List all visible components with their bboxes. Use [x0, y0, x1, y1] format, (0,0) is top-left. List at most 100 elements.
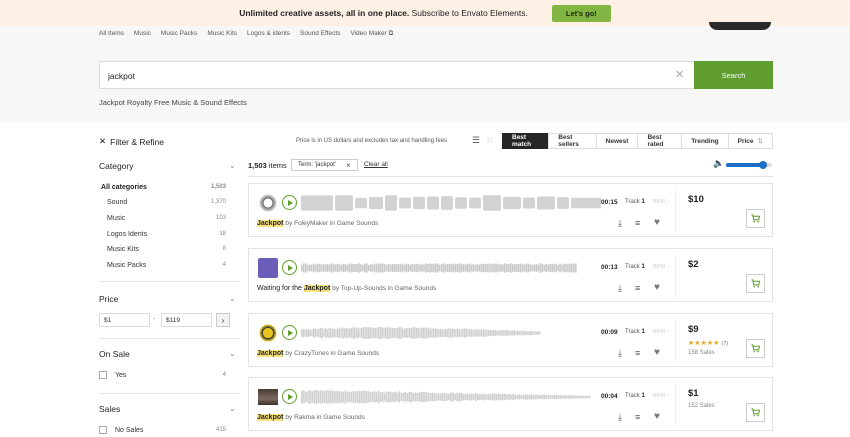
waveform-bar [576, 395, 579, 399]
waveform-bar [385, 264, 388, 272]
item-thumbnail[interactable] [258, 323, 278, 343]
close-icon[interactable]: × [346, 161, 351, 170]
chevron-down-icon[interactable]: ⌄ [229, 404, 236, 413]
item-author[interactable]: by Rakma in Game Sounds [285, 414, 364, 421]
heart-icon[interactable]: ♥ [654, 411, 660, 422]
chevron-down-icon[interactable]: ⌄ [229, 294, 236, 303]
filter-refine-toggle[interactable]: ✕ Filter & Refine [99, 136, 164, 147]
item-thumbnail[interactable] [258, 193, 278, 213]
price-apply-button[interactable]: › [216, 313, 230, 327]
nav-video-maker[interactable]: Video Maker ⧉ [350, 30, 393, 38]
item-title[interactable]: Jackpot by Rakma in Game Sounds [257, 414, 365, 421]
waveform[interactable] [301, 387, 601, 407]
item-thumbnail[interactable] [258, 387, 278, 407]
waveform[interactable] [301, 258, 601, 278]
checkbox[interactable] [99, 426, 107, 434]
category-logos-idents[interactable]: Logos Idents 18 [107, 231, 226, 238]
add-to-cart-button[interactable] [746, 339, 765, 358]
sort-best-match[interactable]: Best match [502, 133, 550, 149]
sound-item-card[interactable]: 00:04 Track 1 BPM -- Jackpot by Rakma in… [248, 377, 773, 431]
item-title[interactable]: Jackpot by CrazyTunes in Game Sounds [257, 350, 379, 357]
chevron-down-icon[interactable]: ⌄ [229, 349, 236, 358]
download-icon[interactable]: ⤓ [618, 283, 622, 294]
clear-all-link[interactable]: Clear all [364, 161, 388, 168]
term-chip[interactable]: Term: 'jackpot' × [291, 159, 358, 171]
sort-newest[interactable]: Newest [595, 133, 639, 149]
nav-music-packs[interactable]: Music Packs [161, 30, 197, 38]
add-to-cart-button[interactable] [746, 209, 765, 228]
checkbox[interactable] [99, 371, 107, 379]
price-max-input[interactable]: $119 [161, 313, 212, 327]
waveform-bar [332, 390, 334, 404]
waveform-bar [440, 263, 443, 273]
nav-music-kits[interactable]: Music Kits [207, 30, 237, 38]
category-music-kits[interactable]: Music Kits 8 [107, 246, 226, 253]
price-title[interactable]: Price [99, 294, 118, 304]
waveform-bar [528, 394, 531, 400]
waveform-bar [375, 391, 378, 403]
nav-all-items[interactable]: All Items [99, 30, 124, 38]
play-button[interactable] [282, 195, 297, 210]
search-button[interactable]: Search [694, 61, 773, 89]
waveform-bar [320, 264, 323, 272]
category-sound[interactable]: Sound 1,370 [107, 199, 226, 206]
add-to-cart-button[interactable] [746, 403, 765, 422]
item-thumbnail[interactable] [258, 258, 278, 278]
onsale-title[interactable]: On Sale [99, 349, 130, 359]
heart-icon[interactable]: ♥ [654, 282, 660, 293]
download-icon[interactable]: ⤓ [618, 348, 622, 359]
sort-trending[interactable]: Trending [681, 133, 729, 149]
sound-item-card[interactable]: 00:09 Track 1 BPM -- Jackpot by CrazyTun… [248, 313, 773, 367]
item-title[interactable]: Waiting for the Jackpot by Top-Up-Sounds… [257, 285, 436, 292]
search-input[interactable] [108, 68, 648, 84]
promo-cta-button[interactable]: Let's go! [551, 4, 611, 22]
category-title[interactable]: Category [99, 161, 134, 171]
item-author[interactable]: by CrazyTunes in Game Sounds [285, 350, 379, 357]
list-view-icon[interactable]: ☰ [472, 135, 480, 146]
waveform-bar [444, 264, 447, 272]
volume-icon[interactable]: 🔈 [713, 158, 724, 169]
heart-icon[interactable]: ♥ [654, 217, 660, 228]
heart-icon[interactable]: ♥ [654, 347, 660, 358]
add-to-collection-icon[interactable]: ≡ [635, 283, 640, 293]
nav-music[interactable]: Music [134, 30, 151, 38]
play-button[interactable] [282, 260, 297, 275]
nav-logos-idents[interactable]: Logos & idents [247, 30, 290, 38]
sound-item-card[interactable]: 00:13 Track 1 BPM -- Waiting for the Jac… [248, 248, 773, 302]
volume-handle[interactable] [758, 161, 767, 169]
add-to-cart-button[interactable] [746, 274, 765, 293]
sort-best-rated[interactable]: Best rated [637, 133, 683, 149]
waveform-bar [545, 394, 548, 400]
category-all[interactable]: All categories 1,503 [101, 184, 226, 191]
waveform-bar [455, 329, 457, 337]
nav-sound-effects[interactable]: Sound Effects [300, 30, 340, 38]
sales-title[interactable]: Sales [99, 404, 120, 414]
add-to-collection-icon[interactable]: ≡ [635, 348, 640, 358]
waveform[interactable] [301, 193, 601, 213]
close-icon[interactable]: ✕ [675, 68, 684, 81]
play-button[interactable] [282, 389, 297, 404]
account-pill[interactable] [709, 22, 771, 30]
item-author[interactable]: by Top-Up-Sounds in Game Sounds [332, 285, 436, 292]
grid-view-icon[interactable]: ⁙ [486, 135, 494, 146]
add-to-collection-icon[interactable]: ≡ [635, 412, 640, 422]
waveform-bar [511, 264, 514, 272]
download-icon[interactable]: ⤓ [618, 218, 622, 229]
sound-item-card[interactable]: 00:15 Track 1 BPM -- Jackpot by FoleyMak… [248, 183, 773, 237]
sort-best-sellers[interactable]: Best sellers [548, 133, 597, 149]
waveform[interactable] [301, 323, 601, 343]
play-button[interactable] [282, 325, 297, 340]
chevron-down-icon[interactable]: ⌄ [229, 161, 236, 170]
filter-label: Filter & Refine [110, 136, 164, 147]
volume-slider[interactable] [726, 161, 772, 169]
item-title[interactable]: Jackpot by FoleyMaker in Game Sounds [257, 220, 378, 227]
download-icon[interactable]: ⤓ [618, 412, 622, 423]
category-music[interactable]: Music 103 [107, 215, 226, 222]
category-music-packs[interactable]: Music Packs 4 [107, 262, 226, 269]
item-author[interactable]: by FoleyMaker in Game Sounds [285, 220, 378, 227]
add-to-collection-icon[interactable]: ≡ [635, 218, 640, 228]
sort-price[interactable]: Price ⇅ [727, 133, 773, 149]
waveform-bar [537, 331, 539, 335]
price-min-input[interactable]: $1 [99, 313, 150, 327]
results-toolbar: Price is in US dollars and excludes tax … [248, 133, 773, 149]
